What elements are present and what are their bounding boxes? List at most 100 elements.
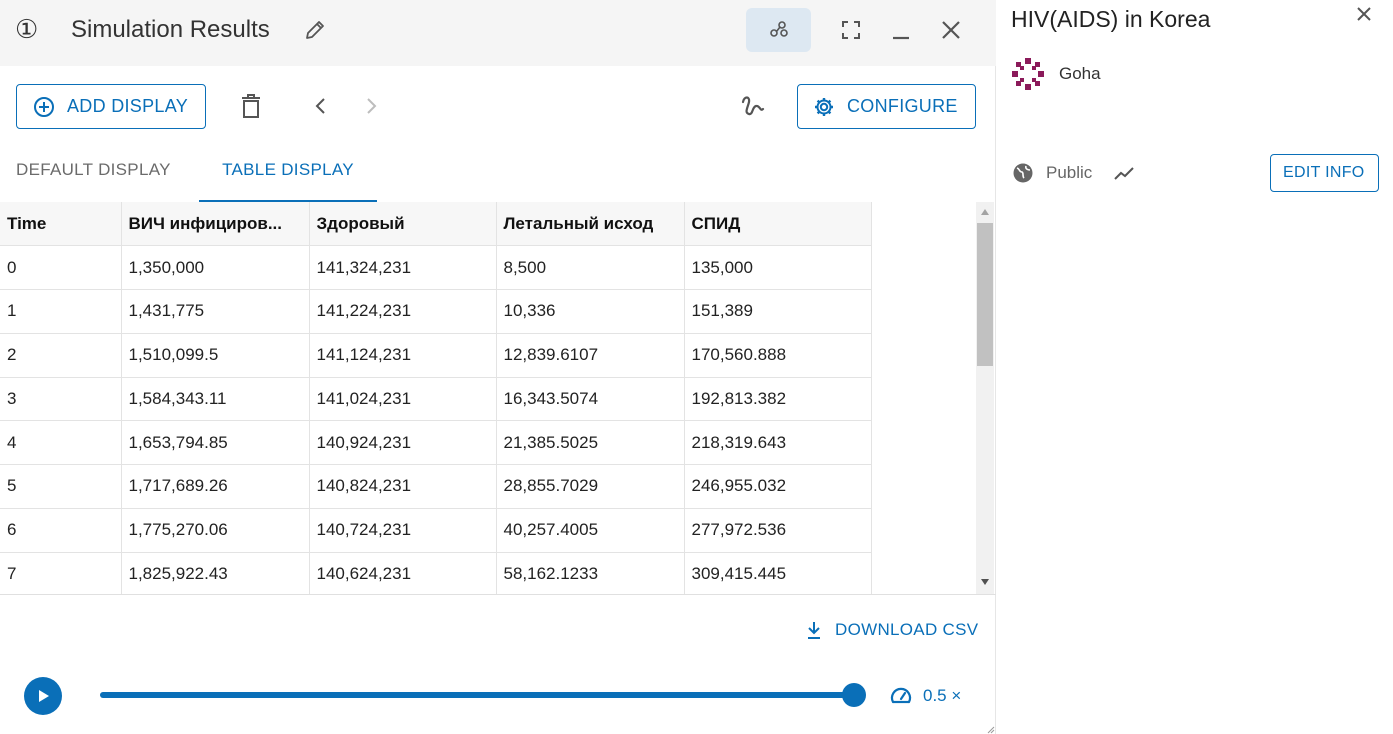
table-cell: 16,343.5074 [495, 376, 685, 422]
table-row: 6 1,775,270.06 140,724,231 40,257.4005 2… [0, 507, 872, 553]
table-cell: 1,653,794.85 [120, 420, 310, 465]
table-row: 3 1,584,343.11 141,024,231 16,343.5074 1… [0, 376, 872, 422]
table-cell: 277,972.536 [683, 507, 872, 553]
table-cell: 5 [0, 464, 122, 509]
play-icon [39, 690, 49, 702]
scroll-down-arrow-icon[interactable] [981, 579, 989, 585]
pencil-icon[interactable] [303, 18, 327, 42]
table-cell: 6 [0, 507, 122, 553]
column-header-time[interactable]: Time [0, 202, 122, 247]
add-circle-icon [34, 96, 54, 117]
timeline-progress [100, 692, 854, 698]
table-cell: 246,955.032 [683, 464, 872, 509]
download-csv-label: DOWNLOAD CSV [835, 620, 979, 639]
table-cell: 135,000 [683, 245, 872, 290]
table-cell: 7 [0, 551, 122, 594]
table-cell: 309,415.445 [683, 551, 872, 594]
column-header-healthy[interactable]: Здоровый [308, 202, 497, 247]
trash-icon[interactable] [238, 92, 264, 120]
edit-info-label: EDIT INFO [1283, 164, 1365, 181]
tab-table-display[interactable]: TABLE DISPLAY [199, 158, 377, 202]
table-cell: 21,385.5025 [495, 420, 685, 465]
results-table: Time ВИЧ инфициров... Здоровый Летальный… [0, 202, 872, 594]
table-cell: 140,824,231 [308, 464, 497, 509]
add-display-label: ADD DISPLAY [67, 96, 189, 116]
timeline-slider[interactable] [100, 683, 866, 707]
table-cell: 218,319.643 [683, 420, 872, 465]
table-cell: 1,584,343.11 [120, 376, 310, 422]
table-cell: 140,724,231 [308, 507, 497, 553]
download-icon [808, 622, 820, 639]
table-cell: 10,336 [495, 289, 685, 334]
panel-title: Simulation Results [71, 16, 270, 43]
configure-button[interactable]: CONFIGURE [797, 84, 976, 129]
globe-icon [1013, 163, 1033, 183]
table-cell: 140,624,231 [308, 551, 497, 594]
table-cell: 1,431,775 [120, 289, 310, 334]
panel-header: ① Simulation Results [0, 0, 996, 66]
speedometer-icon [890, 687, 912, 704]
column-header-aids[interactable]: СПИД [683, 202, 872, 247]
graph-view-button[interactable] [746, 8, 811, 52]
resize-grip-icon[interactable] [987, 726, 995, 734]
close-icon[interactable] [1354, 4, 1374, 24]
table-cell: 141,224,231 [308, 289, 497, 334]
table-row: 5 1,717,689.26 140,824,231 28,855.7029 2… [0, 464, 872, 509]
table-cell: 1,717,689.26 [120, 464, 310, 509]
table-row: 4 1,653,794.85 140,924,231 21,385.5025 2… [0, 420, 872, 465]
download-csv-button[interactable]: DOWNLOAD CSV [805, 618, 978, 642]
table-cell: 28,855.7029 [495, 464, 685, 509]
model-title: HIV(AIDS) in Korea [1011, 6, 1211, 32]
table-cell: 1,825,922.43 [120, 551, 310, 594]
chevron-right-icon[interactable] [360, 94, 382, 118]
speed-label: 0.5 × [923, 686, 962, 705]
scroll-up-arrow-icon[interactable] [981, 209, 989, 215]
scrollbar-thumb[interactable] [977, 223, 993, 366]
table-cell: 0 [0, 245, 122, 290]
close-icon[interactable] [939, 18, 963, 42]
add-display-button[interactable]: ADD DISPLAY [16, 84, 206, 129]
fullscreen-icon[interactable] [839, 18, 863, 42]
table-cell: 12,839.6107 [495, 332, 685, 378]
table-cell: 8,500 [495, 245, 685, 290]
table-cell: 140,924,231 [308, 420, 497, 465]
table-cell: 2 [0, 332, 122, 378]
configure-label: CONFIGURE [847, 96, 958, 116]
avatar[interactable] [1011, 57, 1045, 91]
table-cell: 3 [0, 376, 122, 422]
speed-control[interactable]: 0.5 × [889, 683, 961, 709]
table-cell: 192,813.382 [683, 376, 872, 422]
chevron-left-icon[interactable] [310, 94, 332, 118]
simulation-results-panel: ① Simulation Results ADD DISPLAY CONFIGU… [0, 0, 996, 734]
table-cell: 151,389 [683, 289, 872, 334]
table-cell: 58,162.1233 [495, 551, 685, 594]
table-cell: 170,560.888 [683, 332, 872, 378]
table-cell: 1 [0, 289, 122, 334]
tab-default-display[interactable]: DEFAULT DISPLAY [16, 158, 171, 202]
table-cell: 1,510,099.5 [120, 332, 310, 378]
results-table-container: Time ВИЧ инфициров... Здоровый Летальный… [0, 202, 996, 595]
table-cell: 141,024,231 [308, 376, 497, 422]
gear-icon [815, 97, 833, 116]
table-cell: 4 [0, 420, 122, 465]
table-row: 7 1,825,922.43 140,624,231 58,162.1233 3… [0, 551, 872, 594]
play-button[interactable] [24, 677, 62, 715]
table-header-row: Time ВИЧ инфициров... Здоровый Летальный… [0, 202, 872, 247]
table-row: 0 1,350,000 141,324,231 8,500 135,000 [0, 245, 872, 290]
graph-nodes-icon [769, 21, 788, 37]
table-cell: 40,257.4005 [495, 507, 685, 553]
author-name[interactable]: Goha [1059, 63, 1101, 85]
table-row: 2 1,510,099.5 141,124,231 12,839.6107 17… [0, 332, 872, 378]
panel-index: ① [15, 14, 39, 44]
table-cell: 141,124,231 [308, 332, 497, 378]
timeline-handle[interactable] [842, 683, 866, 707]
edit-info-button[interactable]: EDIT INFO [1270, 154, 1379, 192]
column-header-deaths[interactable]: Летальный исход [495, 202, 685, 247]
table-scrollbar[interactable] [976, 202, 994, 594]
link-squiggle-icon[interactable] [738, 93, 766, 119]
visibility-label: Public [1046, 163, 1093, 182]
column-header-hiv-infected[interactable]: ВИЧ инфициров... [120, 202, 310, 247]
table-row: 1 1,431,775 141,224,231 10,336 151,389 [0, 289, 872, 334]
table-cell: 141,324,231 [308, 245, 497, 290]
minimize-icon[interactable] [889, 18, 913, 42]
